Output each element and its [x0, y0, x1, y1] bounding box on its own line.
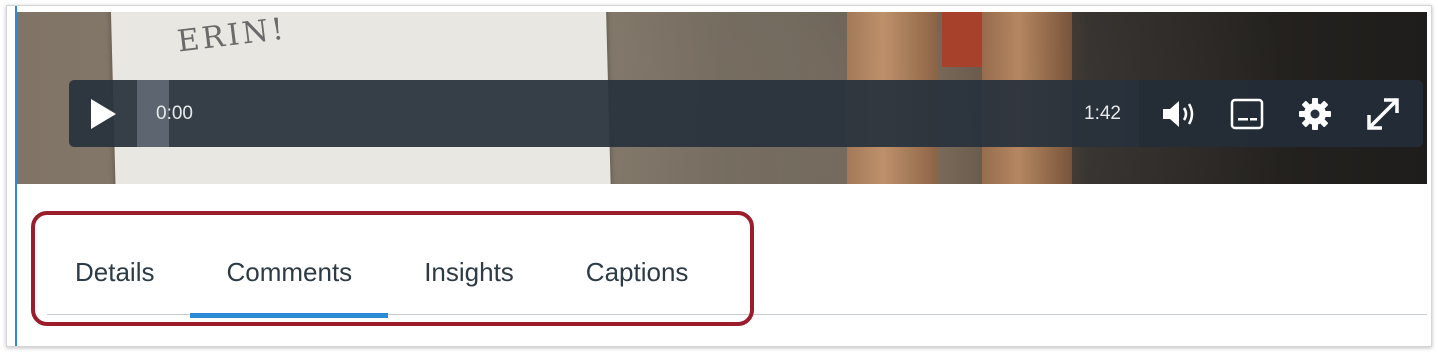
tab-label: Details — [75, 256, 155, 287]
captions-icon — [1230, 98, 1264, 129]
tab-label: Insights — [424, 256, 514, 287]
tab-captions[interactable]: Captions — [550, 226, 725, 318]
tab-list: Details Comments Insights Captions — [47, 226, 724, 318]
tab-comments[interactable]: Comments — [190, 226, 388, 318]
volume-icon — [1163, 100, 1194, 127]
current-time: 0:00 — [156, 102, 193, 124]
tab-label: Captions — [585, 256, 689, 287]
fullscreen-button[interactable] — [1349, 80, 1417, 147]
settings-icon — [1299, 97, 1331, 130]
duration-time: 1:42 — [1084, 102, 1121, 124]
fullscreen-icon — [1367, 97, 1399, 130]
captions-button[interactable] — [1213, 80, 1281, 147]
tab-insights[interactable]: Insights — [388, 226, 550, 318]
progress-bar[interactable]: 0:00 1:42 — [137, 80, 1139, 147]
tab-label: Comments — [226, 256, 353, 287]
tab-details[interactable]: Details — [47, 226, 190, 318]
media-panel: ERIN! 0:00 1:42 Details Comments Insight… — [6, 5, 1432, 347]
settings-button[interactable] — [1281, 80, 1349, 147]
video-red-object — [942, 12, 984, 67]
play-icon — [91, 98, 116, 129]
player-controls-right — [1139, 80, 1423, 147]
video-player[interactable]: ERIN! 0:00 1:42 — [17, 12, 1427, 184]
video-control-bar: 0:00 1:42 — [69, 80, 1423, 147]
volume-button[interactable] — [1145, 80, 1213, 147]
play-button[interactable] — [69, 80, 137, 147]
